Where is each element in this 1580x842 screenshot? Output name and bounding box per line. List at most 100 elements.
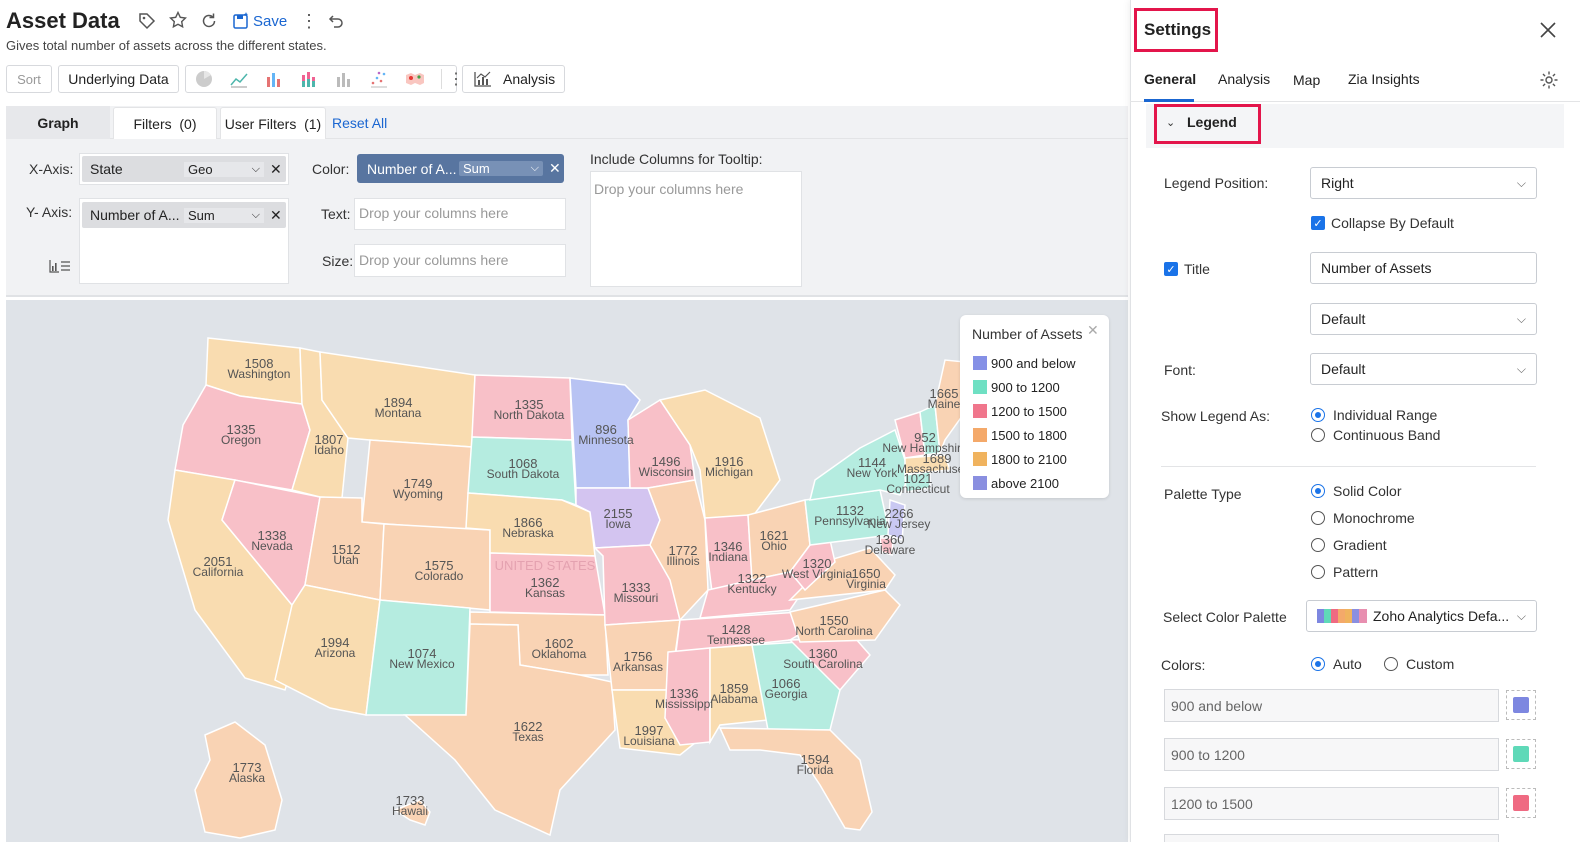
line-chart-icon[interactable] [229, 69, 249, 89]
radio-label: Auto [1333, 656, 1362, 672]
save-button[interactable]: Save [232, 12, 287, 30]
y-agg-select[interactable]: Sum ⌵ [184, 207, 264, 223]
remove-y-icon[interactable]: ✕ [270, 207, 282, 224]
legend-title-input[interactable]: Number of Assets [1310, 252, 1537, 284]
tab-filters[interactable]: Filters (0) [113, 107, 217, 139]
radio-selected-icon [1311, 657, 1325, 671]
text-drop[interactable]: Drop your columns here [354, 198, 566, 230]
color-pill[interactable]: Number of A... Sum ⌵ ✕ [357, 154, 564, 183]
chevron-down-icon: ⌵ [1516, 175, 1526, 190]
tab-analysis[interactable]: Analysis [1218, 71, 1270, 87]
legend-swatch [973, 404, 987, 418]
legend-item[interactable]: 1500 to 1800 [973, 423, 1076, 447]
x-axis-pill[interactable]: State Geo ⌵ ✕ [82, 156, 286, 182]
palette-select[interactable]: Zoho Analytics Defa... ⌵ [1306, 600, 1537, 632]
color-row-label: 900 to 1200 [1164, 738, 1499, 771]
legend-item[interactable]: above 2100 [973, 471, 1076, 495]
collapse-checkbox[interactable]: ✓ Collapse By Default [1311, 215, 1454, 231]
tab-zia-insights[interactable]: Zia Insights [1348, 71, 1420, 87]
legend-item[interactable]: 1800 to 2100 [973, 447, 1076, 471]
chevron-down-icon[interactable]: ⌄ [1166, 116, 1175, 129]
bar-chart-icon[interactable] [264, 69, 284, 89]
tab-map[interactable]: Map [1293, 72, 1320, 88]
font-select[interactable]: Default ⌵ [1310, 353, 1537, 385]
radio-selected-icon [1311, 484, 1325, 498]
reset-all-link[interactable]: Reset All [332, 115, 387, 131]
underlying-data-button[interactable]: Underlying Data [58, 65, 179, 93]
legend-item[interactable]: 1200 to 1500 [973, 399, 1076, 423]
text-drop-placeholder: Drop your columns here [359, 205, 509, 221]
color-swatch [1513, 697, 1529, 713]
y-axis-label: Y- Axis: [26, 204, 73, 220]
legend-position-select[interactable]: Right ⌵ [1310, 167, 1537, 199]
y-axis-pill[interactable]: Number of A... Sum ⌵ ✕ [82, 202, 286, 228]
title-style-select[interactable]: Default ⌵ [1310, 303, 1537, 335]
radio-colors-auto[interactable]: Auto [1311, 656, 1362, 672]
radio-gradient[interactable]: Gradient [1311, 537, 1387, 553]
radio-colors-custom[interactable]: Custom [1384, 656, 1454, 672]
sort-button[interactable]: Sort [6, 65, 52, 93]
checkbox-checked-icon: ✓ [1164, 262, 1178, 276]
more-options-icon[interactable]: ⋮ [300, 12, 318, 30]
stacked-bar-icon[interactable] [299, 69, 319, 89]
radio-label: Solid Color [1333, 483, 1402, 499]
collapse-label: Collapse By Default [1331, 215, 1454, 231]
tab-user-filters[interactable]: User Filters (1) [220, 107, 326, 139]
chevron-down-icon: ⌵ [1516, 311, 1526, 326]
settings-title: Settings [1144, 20, 1212, 39]
color-agg-select[interactable]: Sum ⌵ [459, 161, 543, 176]
radio-icon [1384, 657, 1398, 671]
analysis-button[interactable]: Analysis [462, 65, 565, 93]
state-name-west-virginia: West Virginia [782, 567, 853, 581]
tag-icon[interactable] [138, 12, 156, 30]
tab-graph[interactable]: Graph [6, 106, 110, 139]
size-drop[interactable]: Drop your columns here [354, 244, 566, 277]
scatter-icon[interactable] [369, 69, 389, 89]
state-name-arkansas: Arkansas [613, 660, 663, 674]
axis-settings-icon[interactable] [48, 258, 72, 274]
map-icon[interactable] [404, 69, 426, 89]
column-chart-icon[interactable] [334, 69, 354, 89]
color-swatch-button[interactable] [1506, 690, 1536, 720]
legend-swatch [973, 356, 987, 370]
gear-icon[interactable] [1539, 70, 1559, 90]
radio-selected-icon [1311, 408, 1325, 422]
title-checkbox[interactable]: ✓ Title [1164, 261, 1210, 277]
radio-individual-range[interactable]: Individual Range [1311, 407, 1437, 423]
state-florida[interactable] [718, 727, 873, 831]
state-name-iowa: Iowa [605, 517, 631, 531]
star-icon[interactable] [169, 11, 187, 29]
remove-x-icon[interactable]: ✕ [270, 161, 282, 178]
save-label: Save [253, 12, 288, 30]
state-name-wisconsin: Wisconsin [639, 465, 694, 479]
tab-general[interactable]: General [1144, 71, 1196, 87]
chart-more-icon[interactable]: ⋮ [441, 69, 464, 89]
legend-close-icon[interactable]: ✕ [1087, 322, 1099, 339]
x-agg-value: Geo [188, 161, 213, 177]
color-row: 900 and below [1164, 689, 1536, 722]
radio-solid-color[interactable]: Solid Color [1311, 483, 1401, 499]
y-field-name: Number of A... [90, 207, 180, 223]
checkbox-checked-icon: ✓ [1311, 216, 1325, 230]
legend-swatch [973, 428, 987, 442]
color-swatch-button[interactable] [1506, 788, 1536, 818]
text-label: Text: [321, 206, 351, 222]
palette-value: Zoho Analytics Defa... [1373, 608, 1510, 624]
undo-icon[interactable] [328, 13, 344, 29]
close-icon[interactable] [1538, 20, 1558, 40]
legend-item-label: 1500 to 1800 [991, 427, 1067, 443]
radio-continuous-band[interactable]: Continuous Band [1311, 427, 1440, 443]
remove-color-icon[interactable]: ✕ [549, 160, 561, 177]
color-swatch-button[interactable] [1506, 739, 1536, 769]
legend-item[interactable]: 900 and below [973, 351, 1076, 375]
legend-item[interactable]: 900 to 1200 [973, 375, 1076, 399]
tooltip-drop[interactable]: Drop your columns here [590, 171, 802, 287]
radio-monochrome[interactable]: Monochrome [1311, 510, 1415, 526]
pie-chart-icon[interactable] [194, 69, 214, 89]
radio-pattern[interactable]: Pattern [1311, 564, 1378, 580]
refresh-icon[interactable] [200, 12, 218, 30]
x-agg-select[interactable]: Geo ⌵ [184, 161, 264, 177]
state-name-california: California [193, 565, 244, 579]
color-row-label: 900 and below [1164, 689, 1499, 722]
radio-icon [1311, 538, 1325, 552]
